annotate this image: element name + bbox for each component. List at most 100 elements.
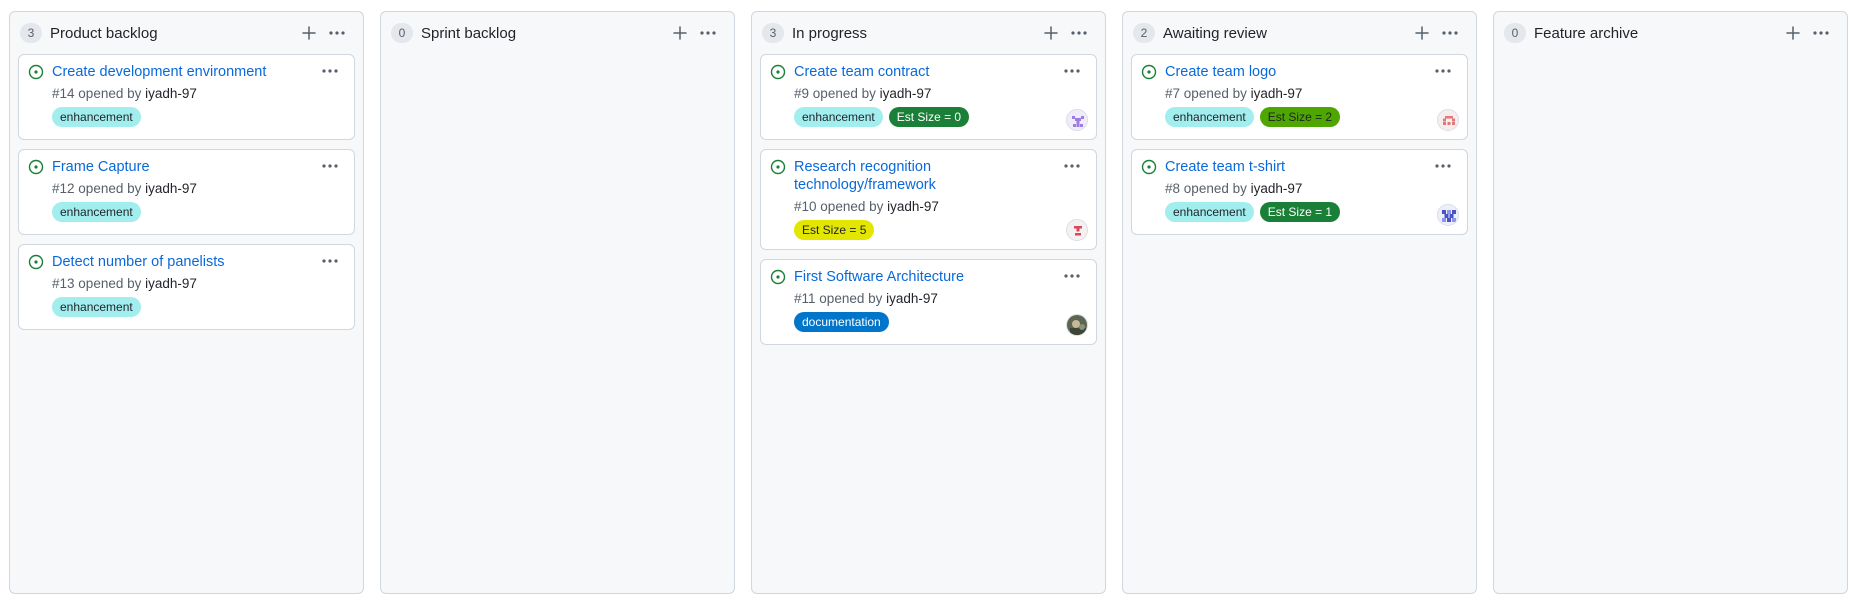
issue-title-link[interactable]: Create development environment (52, 63, 344, 81)
author-link[interactable]: iyadh-97 (1251, 181, 1303, 196)
issue-meta: #9 opened by iyadh-97 (794, 85, 1086, 103)
plus-icon[interactable] (295, 19, 323, 47)
plus-icon[interactable] (1408, 19, 1436, 47)
kebab-horizontal-icon[interactable] (1431, 156, 1455, 176)
column-count: 3 (762, 23, 784, 43)
card-list: Create team logo #7 opened by iyadh-97 e… (1131, 54, 1468, 235)
author-link[interactable]: iyadh-97 (1251, 86, 1303, 101)
issue-title-link[interactable]: First Software Architecture (794, 268, 1086, 286)
opened-by-text: opened by (820, 199, 884, 214)
opened-by-text: opened by (1183, 86, 1247, 101)
column-header: 3 Product backlog (18, 12, 355, 54)
issue-number: #12 (52, 181, 75, 196)
kebab-horizontal-icon[interactable] (1436, 19, 1464, 47)
kebab-horizontal-icon[interactable] (318, 156, 342, 176)
kebab-horizontal-icon[interactable] (694, 19, 722, 47)
author-link[interactable]: iyadh-97 (886, 291, 938, 306)
column-count: 0 (391, 23, 413, 43)
issue-opened-icon (28, 64, 44, 80)
issue-title-link[interactable]: Frame Capture (52, 158, 344, 176)
kebab-horizontal-icon[interactable] (318, 61, 342, 81)
issue-title-link[interactable]: Create team logo (1165, 63, 1457, 81)
label-list: documentation (794, 312, 1086, 332)
label-enhancement[interactable]: enhancement (52, 202, 141, 222)
issue-number: #13 (52, 276, 75, 291)
issue-meta: #13 opened by iyadh-97 (52, 275, 344, 293)
issue-opened-icon (770, 64, 786, 80)
label-enhancement[interactable]: enhancement (1165, 107, 1254, 127)
column-count: 3 (20, 23, 42, 43)
issue-number: #10 (794, 199, 817, 214)
kebab-horizontal-icon[interactable] (323, 19, 351, 47)
kebab-horizontal-icon[interactable] (1060, 61, 1084, 81)
issue-title-link[interactable]: Create team t-shirt (1165, 158, 1457, 176)
label-enhancement[interactable]: enhancement (1165, 202, 1254, 222)
kebab-horizontal-icon[interactable] (1431, 61, 1455, 81)
label-est-size-1[interactable]: Est Size = 1 (1259, 202, 1341, 222)
issue-number: #9 (794, 86, 810, 101)
label-est-size-0[interactable]: Est Size = 0 (888, 107, 970, 127)
card-list: Create team contract #9 opened by iyadh-… (760, 54, 1097, 345)
issue-card[interactable]: Frame Capture #12 opened by iyadh-97 enh… (18, 149, 355, 235)
plus-icon[interactable] (666, 19, 694, 47)
label-enhancement[interactable]: enhancement (52, 297, 141, 317)
kebab-horizontal-icon[interactable] (318, 251, 342, 271)
author-link[interactable]: iyadh-97 (145, 86, 197, 101)
issue-title-link[interactable]: Research recognition technology/framewor… (794, 158, 1086, 194)
kebab-horizontal-icon[interactable] (1065, 19, 1093, 47)
opened-by-text: opened by (812, 86, 876, 101)
label-list: enhancement Est Size = 1 (1165, 202, 1457, 222)
label-enhancement[interactable]: enhancement (52, 107, 141, 127)
issue-card[interactable]: Detect number of panelists #13 opened by… (18, 244, 355, 330)
author-link[interactable]: iyadh-97 (887, 199, 939, 214)
issue-meta: #7 opened by iyadh-97 (1165, 85, 1457, 103)
column-in-progress: 3 In progress Create team contract #9 op… (751, 11, 1106, 594)
issue-card[interactable]: Create team logo #7 opened by iyadh-97 e… (1131, 54, 1468, 140)
issue-opened-icon (1141, 64, 1157, 80)
label-est-size-5[interactable]: Est Size = 5 (794, 220, 875, 240)
issue-card[interactable]: Create team t-shirt #8 opened by iyadh-9… (1131, 149, 1468, 235)
issue-opened-icon (1141, 159, 1157, 175)
author-link[interactable]: iyadh-97 (880, 86, 932, 101)
issue-card[interactable]: Create team contract #9 opened by iyadh-… (760, 54, 1097, 140)
card-list: Create development environment #14 opene… (18, 54, 355, 330)
plus-icon[interactable] (1779, 19, 1807, 47)
assignee-avatar[interactable] (1066, 219, 1088, 241)
opened-by-text: opened by (78, 86, 142, 101)
label-list: enhancement (52, 297, 344, 317)
opened-by-text: opened by (78, 181, 142, 196)
column-title: Awaiting review (1163, 24, 1267, 42)
issue-title-link[interactable]: Detect number of panelists (52, 253, 344, 271)
label-list: enhancement Est Size = 2 (1165, 107, 1457, 127)
label-list: Est Size = 5 (794, 220, 1086, 240)
kebab-horizontal-icon[interactable] (1060, 266, 1084, 286)
assignee-avatar[interactable] (1066, 314, 1088, 336)
assignee-avatar[interactable] (1437, 109, 1459, 131)
kebab-horizontal-icon[interactable] (1807, 19, 1835, 47)
label-enhancement[interactable]: enhancement (794, 107, 883, 127)
label-est-size-2[interactable]: Est Size = 2 (1259, 107, 1341, 127)
kebab-horizontal-icon[interactable] (1060, 156, 1084, 176)
issue-title-link[interactable]: Create team contract (794, 63, 1086, 81)
issue-card[interactable]: Create development environment #14 opene… (18, 54, 355, 140)
issue-opened-icon (770, 269, 786, 285)
label-list: enhancement (52, 202, 344, 222)
column-header: 0 Sprint backlog (389, 12, 726, 54)
issue-number: #7 (1165, 86, 1181, 101)
column-title: In progress (792, 24, 868, 42)
author-link[interactable]: iyadh-97 (145, 181, 197, 196)
plus-icon[interactable] (1037, 19, 1065, 47)
column-awaiting-review: 2 Awaiting review Create team logo #7 op… (1122, 11, 1477, 594)
label-list: enhancement Est Size = 0 (794, 107, 1086, 127)
issue-card[interactable]: First Software Architecture #11 opened b… (760, 259, 1097, 345)
issue-opened-icon (28, 254, 44, 270)
column-count: 0 (1504, 23, 1526, 43)
issue-card[interactable]: Research recognition technology/framewor… (760, 149, 1097, 250)
column-sprint-backlog: 0 Sprint backlog (380, 11, 735, 594)
assignee-avatar[interactable] (1437, 204, 1459, 226)
author-link[interactable]: iyadh-97 (145, 276, 197, 291)
issue-meta: #12 opened by iyadh-97 (52, 180, 344, 198)
assignee-avatar[interactable] (1066, 109, 1088, 131)
column-count: 2 (1133, 23, 1155, 43)
label-documentation[interactable]: documentation (794, 312, 889, 332)
